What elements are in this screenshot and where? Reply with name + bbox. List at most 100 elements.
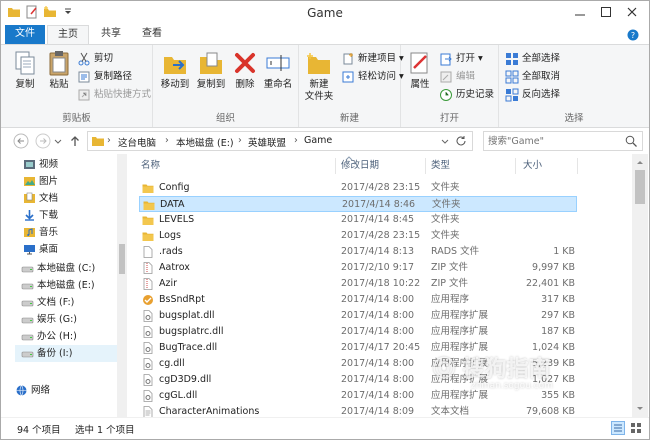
nav-item[interactable]: 文档	[17, 190, 125, 207]
column-header-size[interactable]: 大小	[523, 156, 542, 176]
column-header-date[interactable]: 修改日期	[341, 156, 379, 176]
select-none-button[interactable]: 全部取消	[505, 69, 560, 85]
nav-item[interactable]: 本地磁盘 (E:)	[15, 277, 123, 294]
close-button[interactable]	[619, 3, 645, 21]
nav-item[interactable]: 网络	[9, 382, 117, 399]
file-row[interactable]: .rads 2017/4/14 8:13 RADS 文件 1 KB	[139, 244, 577, 260]
scroll-down-icon[interactable]	[636, 406, 644, 412]
nav-item[interactable]: 视频	[17, 156, 125, 173]
nav-pane-scrollbar[interactable]	[117, 154, 127, 417]
large-icons-view-icon[interactable]	[629, 421, 643, 435]
tab-file[interactable]: 文件	[5, 25, 45, 45]
title-bar: Game	[1, 1, 649, 25]
nav-item[interactable]: 备份 (I:)	[15, 345, 123, 362]
address-bar[interactable]: › 这台电脑 › 本地磁盘 (E:) › 英雄联盟 › Game	[87, 131, 473, 151]
file-row[interactable]: BsSndRpt 2017/4/14 8:00 应用程序 317 KB	[139, 292, 577, 308]
scroll-up-icon[interactable]	[636, 159, 644, 165]
details-view-icon[interactable]	[611, 421, 625, 435]
file-row[interactable]: Logs 2017/4/28 23:15 文件夹	[139, 228, 577, 244]
refresh-icon[interactable]	[454, 134, 468, 151]
invert-selection-button[interactable]: 反向选择	[505, 87, 560, 103]
search-input[interactable]	[488, 134, 618, 148]
nav-item[interactable]: 娱乐 (G:)	[15, 311, 123, 328]
help-icon[interactable]: ?	[627, 29, 639, 41]
easy-access-button[interactable]: 轻松访问 ▾	[341, 69, 404, 85]
clipboard-group: 复制 粘贴 剪切 复制路径 粘贴快捷方式 剪贴板	[1, 45, 153, 127]
paste-icon	[45, 49, 73, 77]
move-to-button[interactable]: 移动到	[157, 49, 193, 91]
maximize-button[interactable]	[593, 3, 619, 21]
edit-button[interactable]: 编辑	[439, 69, 475, 85]
nav-item-label: 桌面	[39, 244, 59, 255]
new-item-icon	[341, 52, 355, 66]
file-type: 文件夹	[431, 230, 460, 241]
new-item-button[interactable]: 新建项目 ▾	[341, 51, 404, 67]
clipboard-group-label: 剪贴板	[62, 113, 91, 124]
nav-pane-scroll-thumb[interactable]	[119, 244, 125, 274]
nav-item[interactable]: 图片	[17, 173, 125, 190]
nav-item[interactable]: 办公 (H:)	[15, 328, 123, 345]
nav-item[interactable]: 桌面	[17, 241, 125, 258]
copy-button[interactable]: 复制	[9, 49, 41, 91]
file-row[interactable]: DATA 2017/4/14 8:46 文件夹	[139, 196, 577, 212]
file-row[interactable]: LEVELS 2017/4/14 8:45 文件夹	[139, 212, 577, 228]
new-folder-button[interactable]: 新建 文件夹	[301, 49, 337, 103]
breadcrumb-game[interactable]: Game	[304, 135, 332, 146]
select-all-label: 全部选择	[522, 53, 561, 64]
tab-share[interactable]: 共享	[91, 25, 131, 45]
copy-path-button[interactable]: 复制路径	[77, 69, 132, 85]
tab-view[interactable]: 查看	[133, 25, 171, 45]
recent-locations-icon[interactable]	[53, 133, 63, 149]
file-list-scrollbar[interactable]	[632, 154, 648, 417]
column-header-name[interactable]: 名称	[141, 156, 160, 176]
paste-shortcut-button[interactable]: 粘贴快捷方式	[77, 87, 151, 103]
column-separator[interactable]	[425, 158, 426, 174]
file-row[interactable]: Config 2017/4/28 23:15 文件夹	[139, 180, 577, 196]
rename-button[interactable]: 重命名	[259, 49, 297, 91]
nav-item[interactable]: 音乐	[17, 224, 125, 241]
file-list-scroll-thumb[interactable]	[635, 170, 645, 204]
breadcrumb-lol[interactable]: 英雄联盟	[248, 135, 286, 149]
history-button[interactable]: 历史记录	[439, 87, 494, 103]
selection-count: 选中 1 个项目	[75, 425, 135, 436]
new-folder-label-1: 新建	[309, 79, 329, 90]
nav-item[interactable]: 本地磁盘 (C:)	[15, 260, 123, 277]
forward-button[interactable]	[35, 133, 51, 149]
search-box[interactable]	[483, 131, 643, 151]
delete-button[interactable]: 删除	[231, 49, 259, 91]
column-separator[interactable]	[577, 158, 578, 174]
edit-icon	[439, 70, 453, 84]
column-header-type[interactable]: 类型	[431, 156, 450, 176]
nav-item[interactable]: 下载	[17, 207, 125, 224]
open-button[interactable]: 打开 ▾	[439, 51, 483, 67]
cut-button[interactable]: 剪切	[77, 51, 113, 67]
file-type: 应用程序	[431, 294, 470, 305]
breadcrumb-drive-e[interactable]: 本地磁盘 (E:)	[176, 135, 234, 149]
tab-home[interactable]: 主页	[47, 25, 89, 45]
nav-item[interactable]: 文档 (F:)	[15, 294, 123, 311]
file-row[interactable]: bugsplat.dll 2017/4/14 8:00 应用程序扩展 297 KB	[139, 308, 577, 324]
file-row[interactable]: Aatrox 2017/2/10 9:17 ZIP 文件 9,997 KB	[139, 260, 577, 276]
open-label: 打开 ▾	[456, 53, 483, 64]
select-all-button[interactable]: 全部选择	[505, 51, 560, 67]
minimize-button[interactable]	[567, 3, 593, 21]
address-dropdown-icon[interactable]	[440, 135, 450, 150]
dll-icon	[142, 390, 154, 402]
ribbon-tabs: 文件 主页 共享 查看 ?	[1, 25, 649, 45]
copy-to-button[interactable]: 复制到	[193, 49, 229, 91]
properties-button[interactable]: 属性	[405, 49, 435, 91]
file-row[interactable]: Azir 2017/4/18 10:22 ZIP 文件 22,401 KB	[139, 276, 577, 292]
zip-icon	[142, 278, 154, 290]
paste-button[interactable]: 粘贴	[43, 49, 75, 91]
breadcrumb-this-pc[interactable]: 这台电脑	[118, 135, 156, 149]
breadcrumb-separator-icon: ›	[107, 135, 111, 146]
file-type: 文件夹	[431, 214, 460, 225]
back-button[interactable]	[13, 133, 29, 149]
file-name: Aatrox	[159, 262, 190, 273]
search-icon[interactable]	[624, 134, 638, 151]
column-separator[interactable]	[335, 158, 336, 174]
up-button[interactable]	[67, 133, 83, 149]
file-row[interactable]: bugsplatrc.dll 2017/4/14 8:00 应用程序扩展 187 KB	[139, 324, 577, 340]
file-name: BsSndRpt	[159, 294, 205, 305]
column-separator[interactable]	[515, 158, 516, 174]
